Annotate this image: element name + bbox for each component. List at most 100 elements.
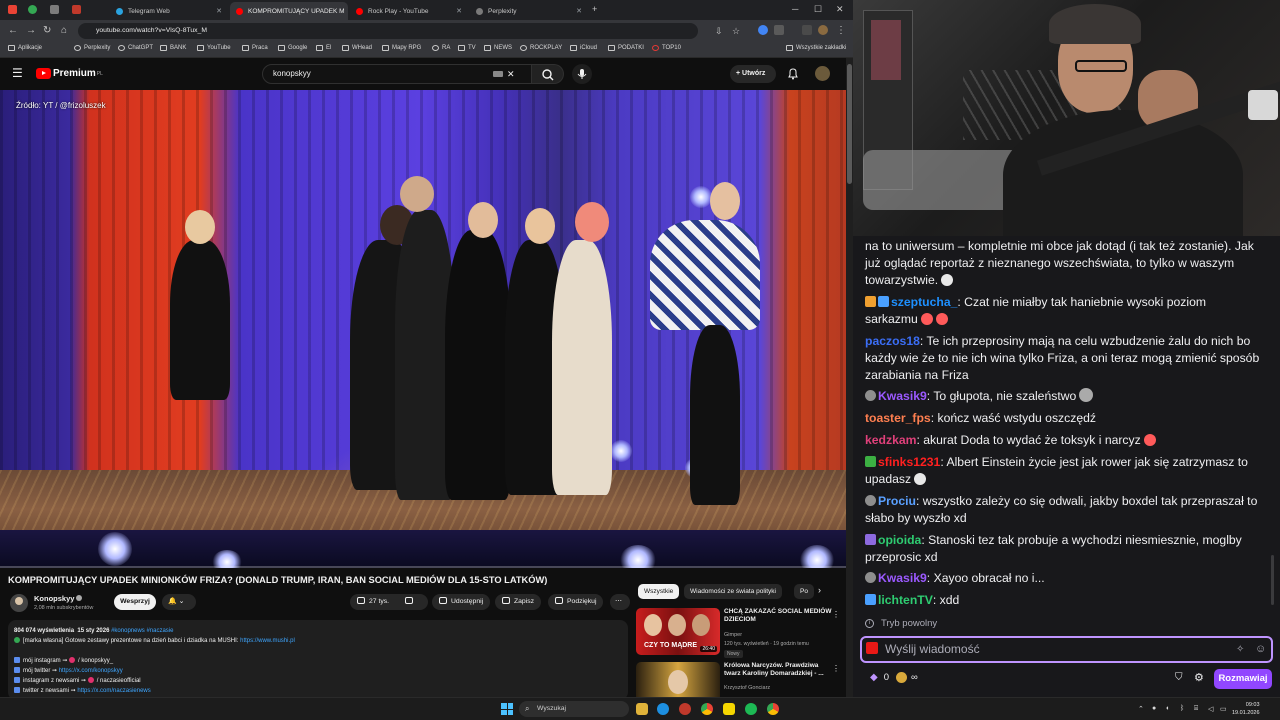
- bluetooth-icon[interactable]: ᛒ: [1180, 705, 1184, 712]
- chevron-right-icon[interactable]: ›: [818, 585, 821, 595]
- pinned-tab-icon[interactable]: [50, 5, 59, 14]
- reload-icon[interactable]: ↻: [43, 25, 51, 37]
- chip-politics[interactable]: Wiadomości ze świata polityki: [684, 584, 782, 599]
- share-button[interactable]: Udostępnij: [432, 594, 491, 610]
- start-button-icon[interactable]: [501, 703, 513, 715]
- tray-chevron-icon[interactable]: ⌃: [1138, 705, 1144, 713]
- emote-picker-icon[interactable]: ☺: [1255, 643, 1266, 655]
- install-icon[interactable]: ⇩: [715, 25, 723, 37]
- hamburger-menu-icon[interactable]: ☰: [12, 67, 23, 79]
- page-scrollbar-thumb[interactable]: [847, 64, 852, 184]
- bookmark-item[interactable]: ROCKPLAY: [520, 45, 562, 51]
- home-icon[interactable]: ⌂: [61, 25, 67, 37]
- extension-icon[interactable]: [758, 25, 768, 35]
- forward-icon[interactable]: →: [26, 25, 36, 37]
- save-button[interactable]: Zapisz: [495, 594, 542, 610]
- menu-dots-icon[interactable]: ⋮: [836, 25, 846, 37]
- pinned-tab-icon[interactable]: [28, 5, 37, 14]
- bookmark-item[interactable]: RA: [432, 45, 450, 51]
- taskbar-search[interactable]: ⌕ Wyszukaj: [519, 701, 629, 717]
- close-window-icon[interactable]: ✕: [836, 4, 844, 15]
- tab-telegram[interactable]: Telegram Web ✕: [110, 2, 228, 20]
- sticky-notes-icon[interactable]: [723, 703, 735, 715]
- more-actions-button[interactable]: ⋯: [610, 594, 630, 610]
- extension-icon[interactable]: [774, 25, 784, 35]
- recommended-video[interactable]: CZY TO MĄDRE 26:40 CHCĄ ZAKAZAĆ SOCIAL M…: [636, 608, 846, 658]
- bookmark-folder[interactable]: YouTube: [197, 45, 231, 51]
- chat-username[interactable]: Kwasik9: [878, 389, 927, 403]
- pinned-tab-icon[interactable]: [8, 5, 17, 14]
- chip-all[interactable]: Wszystkie: [638, 584, 680, 599]
- tab-youtube-video[interactable]: KOMPROMITUJĄCY UPADEK M ✕: [230, 2, 348, 20]
- network-icon[interactable]: ⌸: [1194, 705, 1198, 713]
- back-icon[interactable]: ←: [8, 25, 18, 37]
- subscribe-notifications-button[interactable]: 🔔 ⌄: [162, 594, 196, 610]
- tray-app-icon[interactable]: ◐: [1166, 705, 1170, 712]
- search-button[interactable]: [532, 64, 564, 84]
- channel-points[interactable]: ◆ 0 ∞: [870, 672, 918, 683]
- extensions-puzzle-icon[interactable]: [802, 25, 812, 35]
- shield-icon[interactable]: ⛉: [1175, 672, 1183, 683]
- bookmark-folder[interactable]: BANK: [160, 45, 186, 51]
- create-button[interactable]: + Utwórz: [730, 65, 776, 83]
- chat-username[interactable]: opioida: [878, 533, 921, 547]
- video-menu-icon[interactable]: ⋮: [832, 610, 840, 619]
- profile-icon[interactable]: [818, 25, 828, 35]
- bookmark-folder[interactable]: iCloud: [570, 45, 597, 51]
- link[interactable]: https://x.com/naczasienews: [77, 688, 150, 694]
- bookmark-folder[interactable]: Praca: [242, 45, 268, 51]
- link[interactable]: https://www.mushi.pl: [240, 638, 295, 644]
- chat-username[interactable]: szeptucha_: [891, 295, 957, 309]
- chip-more[interactable]: Po: [794, 584, 814, 599]
- address-bar[interactable]: youtube.com/watch?v=VlsQ-8Tux_M: [78, 23, 698, 39]
- user-avatar[interactable]: [815, 66, 830, 81]
- bookmark-folder[interactable]: WHead: [342, 45, 372, 51]
- youtube-premium-logo[interactable]: Premium PL: [36, 68, 103, 79]
- all-bookmarks[interactable]: Wszystkie zakładki: [786, 45, 846, 51]
- notifications-bell-icon[interactable]: [787, 67, 799, 80]
- clear-search-icon[interactable]: ✕: [507, 65, 515, 83]
- tray-app-icon[interactable]: ●: [1152, 705, 1156, 712]
- close-tab-icon[interactable]: ✕: [452, 7, 462, 15]
- recommended-video[interactable]: Królowa Narcyzów. Prawdziwa twarz Karoli…: [636, 662, 846, 697]
- hashtags[interactable]: #konopnews #naczasie: [111, 628, 173, 634]
- bookmark-folder[interactable]: TV: [458, 45, 476, 51]
- chat-username[interactable]: lichtenTV: [878, 593, 933, 607]
- thanks-button[interactable]: Podziękuj: [548, 594, 604, 610]
- volume-icon[interactable]: ◁: [1208, 705, 1213, 713]
- opera-icon[interactable]: [679, 703, 691, 715]
- chat-username[interactable]: paczos18: [865, 334, 920, 348]
- chrome-icon[interactable]: [767, 703, 779, 715]
- channel-avatar[interactable]: [10, 594, 28, 612]
- chat-scrollbar[interactable]: [1271, 555, 1274, 605]
- close-tab-icon[interactable]: ✕: [212, 7, 222, 15]
- chat-username[interactable]: Kwasik9: [878, 571, 927, 585]
- bookmark-folder[interactable]: Google: [278, 45, 307, 51]
- pinned-tab-icon[interactable]: [72, 5, 81, 14]
- bookmark-item[interactable]: ChatGPT: [118, 45, 153, 51]
- chat-username[interactable]: Prociu: [878, 494, 916, 508]
- close-tab-icon[interactable]: ✕: [345, 7, 348, 15]
- maximize-icon[interactable]: ☐: [814, 4, 822, 15]
- gear-icon[interactable]: ⚙: [1194, 671, 1204, 684]
- video-menu-icon[interactable]: ⋮: [832, 664, 840, 673]
- link[interactable]: / konopskyy_: [78, 658, 113, 664]
- chat-username[interactable]: toaster_fps: [865, 411, 931, 425]
- edge-icon[interactable]: [657, 703, 669, 715]
- bookmark-item[interactable]: Perplexity: [74, 45, 110, 51]
- dislike-button[interactable]: [404, 597, 417, 605]
- spotify-icon[interactable]: [745, 703, 757, 715]
- bits-icon[interactable]: ✧: [1236, 644, 1244, 655]
- system-clock[interactable]: 09:03 19.01.2026: [1232, 701, 1260, 717]
- bookmark-folder[interactable]: Mapy RPG: [382, 45, 421, 51]
- bookmark-folder[interactable]: PODATKI: [608, 45, 644, 51]
- close-tab-icon[interactable]: ✕: [572, 7, 582, 15]
- bookmark-apps[interactable]: Aplikacje: [8, 45, 42, 51]
- send-chat-button[interactable]: Rozmawiaj: [1214, 669, 1272, 689]
- like-button[interactable]: 27 tys.: [357, 597, 389, 605]
- bookmark-item[interactable]: TOP10: [652, 45, 681, 51]
- channel-name[interactable]: Konopskyy: [34, 594, 74, 603]
- voice-search-button[interactable]: [572, 64, 592, 84]
- support-button[interactable]: Wesprzyj: [114, 594, 156, 610]
- battery-icon[interactable]: ▭: [1220, 705, 1227, 713]
